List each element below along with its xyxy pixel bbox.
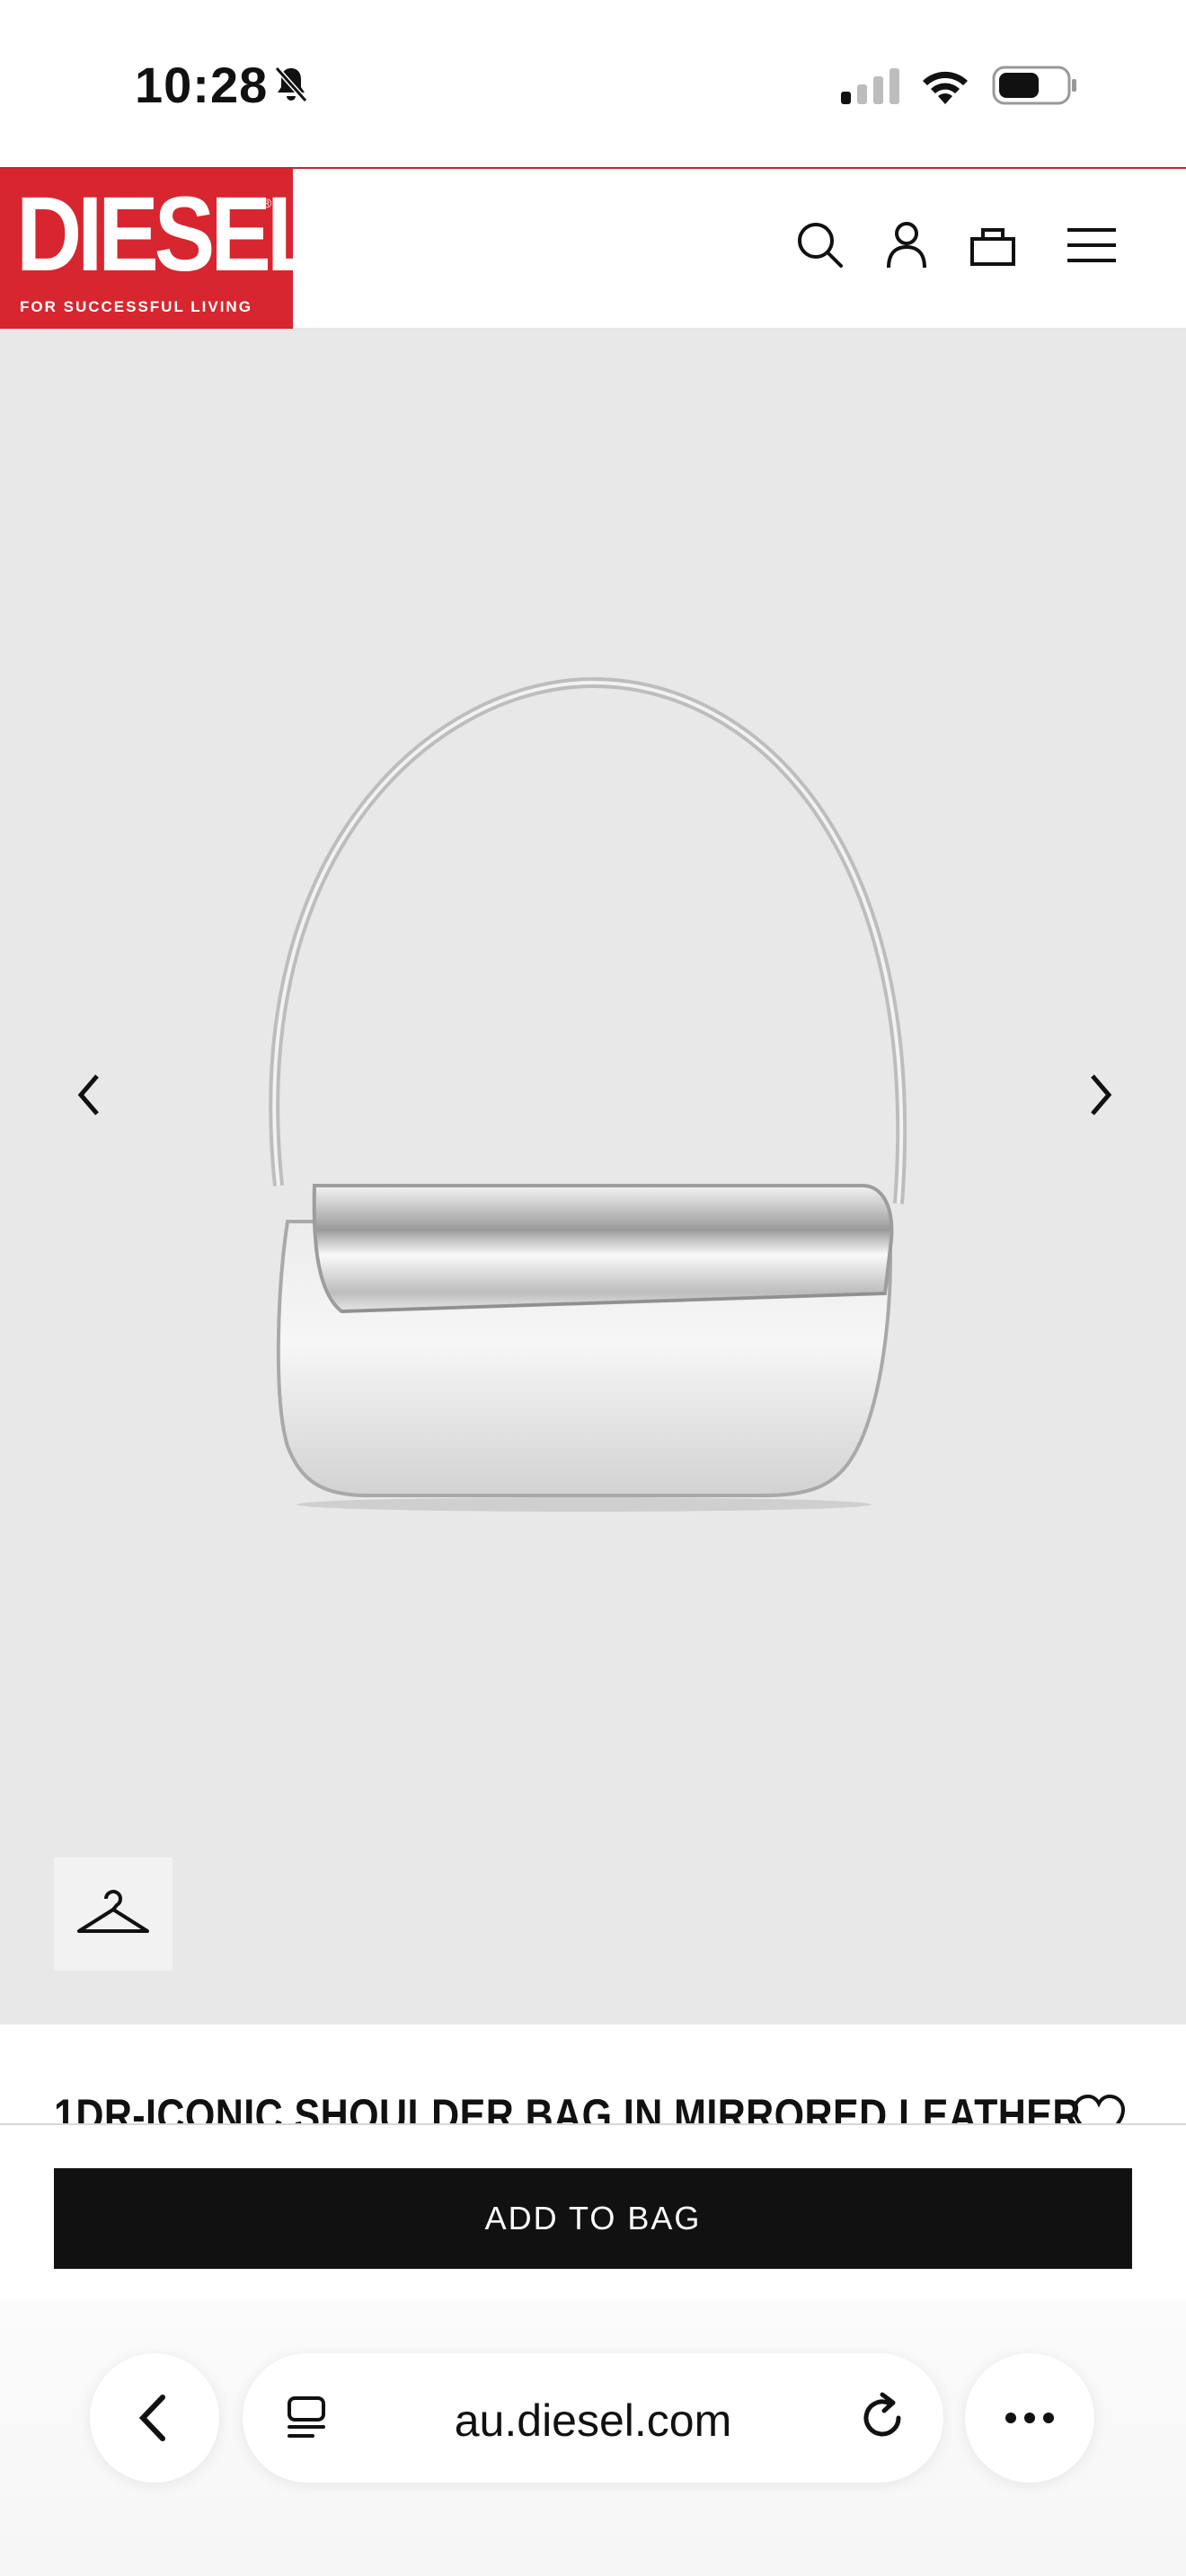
account-icon[interactable]: [877, 216, 936, 275]
diesel-logo[interactable]: DIESEL ® FOR SUCCESSFUL LIVING: [0, 169, 323, 329]
search-icon[interactable]: [791, 216, 850, 275]
product-title: 1DR-ICONIC SHOULDER BAG IN MIRRORED LEAT…: [54, 2090, 1081, 2123]
bell-slash-icon: [274, 66, 308, 102]
wifi-icon: [923, 71, 968, 104]
more-icon: [1005, 2413, 1054, 2423]
reload-icon[interactable]: [855, 2391, 909, 2445]
status-bar: 10:28: [0, 0, 1186, 167]
battery-icon: [992, 66, 1076, 105]
status-time: 10:28: [135, 57, 269, 113]
chevron-left-icon: [77, 1074, 99, 1116]
hanger-icon: [77, 1890, 149, 1933]
logo-tagline: FOR SUCCESSFUL LIVING: [20, 298, 252, 315]
gallery-prev-button[interactable]: [63, 1063, 117, 1126]
browser-back-button[interactable]: [90, 2353, 219, 2483]
basket-icon[interactable]: [963, 216, 1022, 275]
browser-more-button[interactable]: [965, 2353, 1094, 2483]
url-text: au.diesel.com: [454, 2395, 732, 2446]
logo-wordmark: DIESEL: [16, 175, 323, 294]
site-header: DIESEL ® FOR SUCCESSFUL LIVING: [0, 167, 1186, 329]
product-image: [269, 676, 907, 1512]
browser-toolbar: au.diesel.com: [0, 2299, 1186, 2576]
heart-icon[interactable]: [1069, 2093, 1128, 2123]
menu-icon[interactable]: [1062, 216, 1121, 275]
chevron-right-icon: [1091, 1074, 1112, 1116]
signal-icon: [841, 68, 899, 104]
add-to-bag-button[interactable]: ADD TO BAG: [54, 2168, 1132, 2269]
chevron-left-icon: [138, 2395, 165, 2441]
registered-mark: ®: [262, 196, 272, 210]
sticky-bar-divider: [0, 2123, 1186, 2125]
product-title-area: 1DR-ICONIC SHOULDER BAG IN MIRRORED LEAT…: [0, 2025, 1186, 2123]
address-bar[interactable]: au.diesel.com: [243, 2353, 943, 2483]
gallery-next-button[interactable]: [1075, 1063, 1128, 1126]
size-guide-button[interactable]: [54, 1857, 173, 1971]
